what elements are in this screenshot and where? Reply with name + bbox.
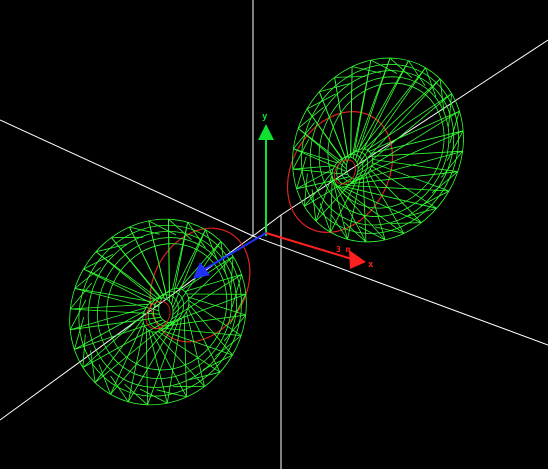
y-axis-label: y — [262, 112, 268, 122]
mesh-spoke — [74, 288, 152, 302]
mesh-spoke — [184, 274, 242, 292]
mesh-edge — [319, 202, 331, 233]
mesh-edge — [319, 83, 350, 93]
mesh-spoke — [110, 322, 144, 395]
mesh-spoke — [148, 330, 168, 404]
mesh-spoke — [371, 150, 463, 157]
mesh-edge — [129, 226, 160, 235]
mesh-spoke — [364, 78, 441, 150]
mesh-spoke — [352, 60, 372, 154]
3d-viewport[interactable]: y x 3 m — [0, 0, 548, 469]
mesh-edge — [390, 222, 422, 224]
mesh-spoke — [157, 331, 221, 373]
mesh-spoke — [292, 165, 335, 170]
mesh-edge — [446, 130, 464, 161]
mesh-ring — [309, 70, 455, 226]
mesh-edge — [69, 299, 87, 330]
distance-label: 3 m — [336, 245, 351, 254]
mesh-edge — [408, 60, 426, 86]
y-axis-arrow-icon[interactable] — [258, 124, 274, 140]
mesh-edge — [439, 78, 445, 111]
mesh-edge — [229, 294, 247, 325]
mesh-edge — [406, 207, 437, 217]
mesh-spoke — [83, 268, 160, 308]
mesh-spoke — [154, 331, 205, 387]
mesh-spoke — [367, 172, 405, 234]
grid-line-left-horizon — [0, 119, 254, 237]
mesh-edge — [188, 371, 221, 381]
mesh-ring — [69, 218, 247, 406]
mesh-spoke — [355, 57, 391, 152]
mesh-spoke — [95, 251, 160, 304]
upper-right-disc-mesh[interactable] — [259, 27, 496, 274]
mesh-edge — [82, 334, 86, 368]
mesh-edge — [293, 122, 316, 150]
mesh-edge — [98, 364, 111, 395]
axis-gizmo[interactable]: y x 3 m — [193, 112, 374, 279]
mesh-spoke — [168, 219, 170, 291]
scene-canvas[interactable]: y x 3 m — [0, 0, 548, 469]
mesh-spoke — [183, 315, 187, 397]
mesh-ring — [97, 237, 233, 380]
mesh-spoke — [368, 110, 460, 152]
x-axis-label: x — [368, 260, 374, 270]
x-axis-arrow-icon[interactable] — [349, 250, 366, 269]
mesh-spoke — [347, 185, 450, 192]
lower-left-disc-mesh[interactable] — [36, 187, 280, 438]
mesh-spoke — [164, 328, 242, 336]
mesh-spoke — [330, 178, 333, 233]
mesh-hub-rim — [145, 300, 171, 330]
grid-line-lower-right — [252, 235, 548, 346]
mesh-spoke — [169, 293, 246, 323]
